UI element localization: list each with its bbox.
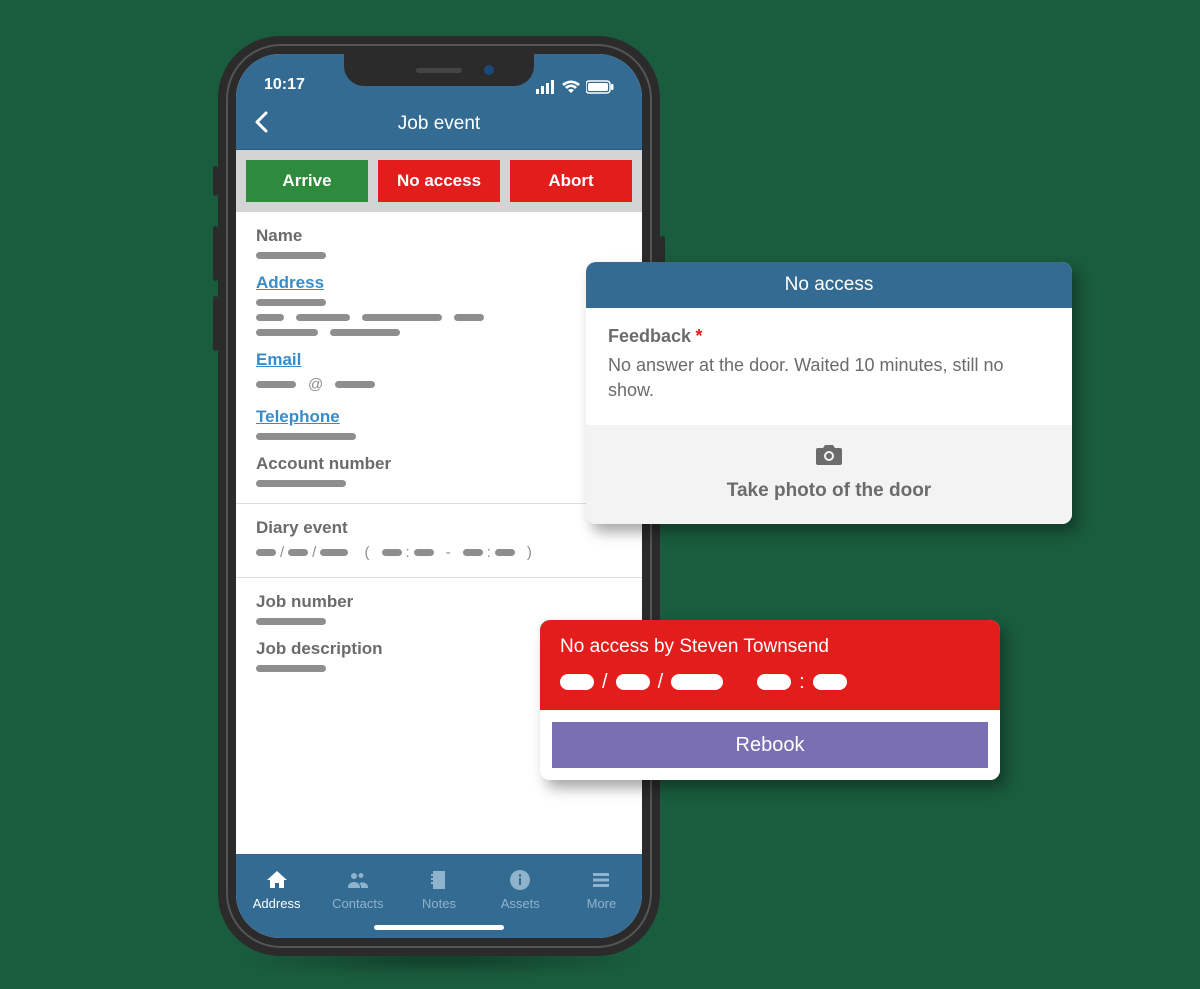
screen: 10:17 Job event Arrive No access Abort [236,54,642,938]
feedback-label-row: Feedback * [608,326,1050,347]
tab-notes[interactable]: Notes [398,854,479,924]
tab-assets[interactable]: Assets [480,854,561,924]
camera-icon [815,443,843,467]
nav-header: Job event [236,98,642,150]
take-photo-label: Take photo of the door [596,480,1062,502]
actions-row: Arrive No access Abort [236,150,642,212]
tab-contacts[interactable]: Contacts [317,854,398,924]
label-name: Name [256,226,622,246]
side-button [213,296,218,351]
notch [344,54,534,86]
no-access-by-text: No access by Steven Townsend [560,636,980,658]
no-access-popup: No access Feedback * No answer at the do… [586,262,1072,524]
contacts-icon [346,868,370,892]
menu-icon [589,868,613,892]
rebook-popup: No access by Steven Townsend / / : Reboo… [540,620,1000,780]
status-time: 10:17 [264,76,305,94]
side-button [213,226,218,281]
feedback-text[interactable]: No answer at the door. Waited 10 minutes… [608,353,1050,403]
telephone-link[interactable]: Telephone [256,407,340,426]
back-button[interactable] [254,110,268,138]
popup-title: No access [586,262,1072,308]
tab-label: Notes [422,896,456,911]
tab-address[interactable]: Address [236,854,317,924]
chevron-left-icon [254,111,268,133]
label-telephone: Telephone [256,407,622,427]
datetime-placeholder: / / : [560,672,980,692]
rebook-header: No access by Steven Townsend / / : [540,620,1000,710]
no-access-button[interactable]: No access [378,160,500,202]
info-icon [508,868,532,892]
email-link[interactable]: Email [256,350,301,369]
feedback-label: Feedback [608,326,691,346]
abort-button[interactable]: Abort [510,160,632,202]
address-link[interactable]: Address [256,273,324,292]
home-icon [265,868,289,892]
tab-label: Contacts [332,896,383,911]
signal-icon [536,80,556,94]
tab-more[interactable]: More [561,854,642,924]
tab-label: More [587,896,617,911]
arrive-button[interactable]: Arrive [246,160,368,202]
tab-label: Assets [501,896,540,911]
rebook-button[interactable]: Rebook [552,722,988,768]
label-diary-event: Diary event [256,518,622,538]
home-indicator [374,925,504,930]
required-mark: * [696,326,703,346]
notes-icon [427,868,451,892]
page-title: Job event [236,113,642,135]
label-job-number: Job number [256,592,622,612]
status-icons [536,80,614,94]
tab-label: Address [253,896,301,911]
wifi-icon [562,80,580,94]
battery-icon [586,80,614,94]
side-button [213,166,218,196]
label-address: Address [256,273,622,293]
label-account-number: Account number [256,454,622,474]
take-photo-button[interactable]: Take photo of the door [586,425,1072,524]
label-email: Email [256,350,622,370]
